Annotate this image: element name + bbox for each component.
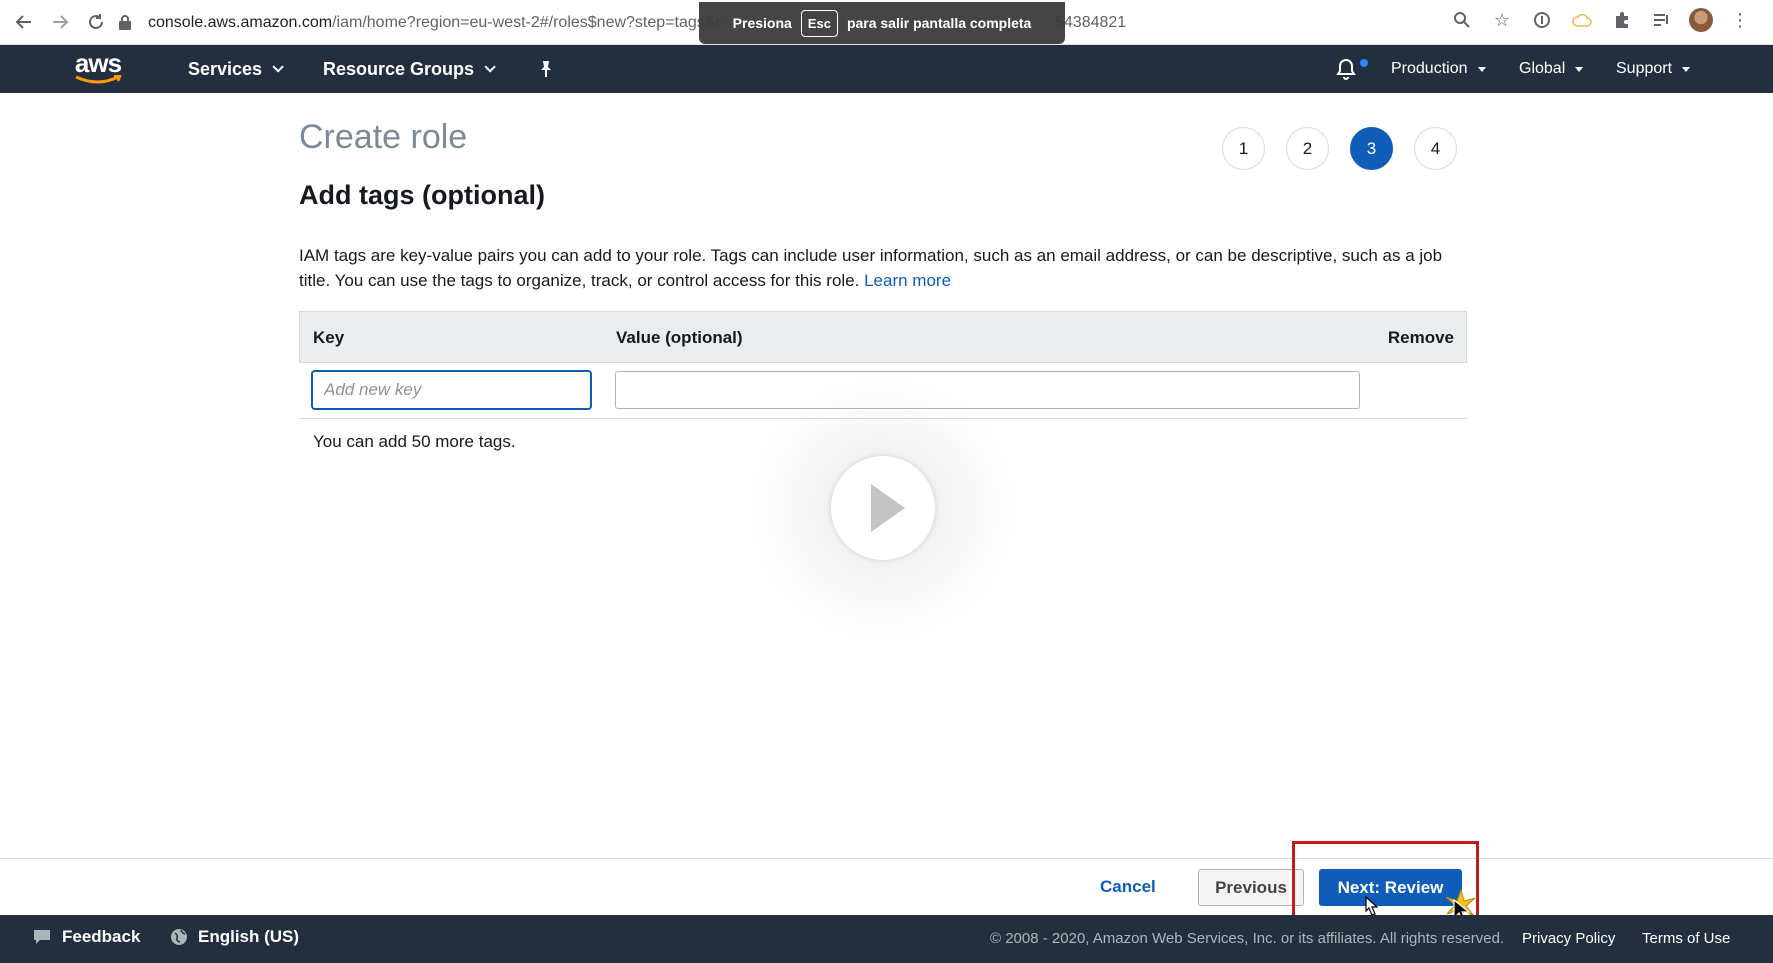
back-icon[interactable] xyxy=(8,6,40,38)
account-menu[interactable]: Production xyxy=(1391,45,1486,93)
notifications-bell-icon[interactable] xyxy=(1336,45,1356,93)
profile-avatar[interactable] xyxy=(1689,8,1713,32)
lock-icon xyxy=(118,14,136,32)
support-label: Support xyxy=(1616,60,1673,77)
services-menu[interactable]: Services xyxy=(188,45,284,93)
resource-groups-label: Resource Groups xyxy=(323,58,475,79)
wizard-steps: 1 2 3 4 xyxy=(1222,127,1457,170)
screen: console.aws.amazon.com/iam/home?region=e… xyxy=(0,0,1773,963)
tag-value-input[interactable] xyxy=(615,371,1360,409)
media-queue-icon[interactable] xyxy=(1649,7,1675,33)
copyright-text: © 2008 - 2020, Amazon Web Services, Inc.… xyxy=(990,930,1505,947)
region-label: Global xyxy=(1519,60,1566,77)
browser-actions: ☆ ⋮ xyxy=(1449,7,1753,33)
section-title: Add tags (optional) xyxy=(299,180,545,210)
step-4[interactable]: 4 xyxy=(1414,127,1457,170)
fullscreen-toast: Presiona Esc para salir pantalla complet… xyxy=(699,2,1065,44)
account-label: Production xyxy=(1391,60,1468,77)
browser-menu-icon[interactable]: ⋮ xyxy=(1727,7,1753,33)
zoom-icon[interactable] xyxy=(1449,7,1475,33)
caret-down-icon xyxy=(1477,66,1486,72)
url-path: /iam/home?region=eu-west-2#/roles$new?st… xyxy=(332,14,721,31)
tags-table: Key Value (optional) Remove xyxy=(299,311,1467,419)
aws-logo[interactable]: aws xyxy=(72,48,124,85)
notification-dot xyxy=(1360,59,1368,67)
table-row xyxy=(299,363,1467,419)
privacy-policy-link[interactable]: Privacy Policy xyxy=(1522,930,1615,947)
toast-key: Esc xyxy=(800,9,838,37)
wizard-action-bar: Cancel Previous Next: Review xyxy=(0,858,1773,915)
column-header-remove: Remove xyxy=(1387,328,1454,347)
tags-description: IAM tags are key-value pairs you can add… xyxy=(299,243,1459,293)
chevron-down-icon xyxy=(484,61,496,73)
cancel-button[interactable]: Cancel xyxy=(1100,877,1156,897)
learn-more-link[interactable]: Learn more xyxy=(864,271,951,290)
bookmark-star-icon[interactable]: ☆ xyxy=(1489,7,1515,33)
play-icon xyxy=(871,484,905,532)
reload-icon[interactable] xyxy=(80,6,112,38)
step-3-active[interactable]: 3 xyxy=(1350,127,1393,170)
chevron-down-icon xyxy=(272,61,284,73)
step-2[interactable]: 2 xyxy=(1286,127,1329,170)
feedback-button[interactable]: Feedback xyxy=(32,927,140,947)
pin-icon[interactable] xyxy=(538,45,554,93)
caret-down-icon xyxy=(1575,66,1584,72)
tag-key-input[interactable] xyxy=(312,371,591,409)
remaining-tags-note: You can add 50 more tags. xyxy=(313,432,516,451)
video-play-button[interactable] xyxy=(831,456,935,560)
terms-of-use-link[interactable]: Terms of Use xyxy=(1642,930,1730,947)
support-menu[interactable]: Support xyxy=(1616,45,1691,93)
resource-groups-menu[interactable]: Resource Groups xyxy=(323,45,496,93)
page-title: Create role xyxy=(299,118,468,156)
forward-icon[interactable] xyxy=(44,6,76,38)
toast-pre: Presiona xyxy=(732,15,792,31)
aws-top-nav: aws Services Resource Groups Production … xyxy=(0,45,1773,93)
feedback-icon xyxy=(34,930,50,944)
column-header-value: Value (optional) xyxy=(616,328,743,347)
caret-down-icon xyxy=(1682,66,1691,72)
cloud-extension-icon[interactable] xyxy=(1569,7,1595,33)
language-label: English (US) xyxy=(198,927,300,946)
url-tail: 54384821 xyxy=(1055,14,1127,31)
url-host: console.aws.amazon.com xyxy=(148,14,333,31)
right-edge xyxy=(1767,93,1773,915)
password-manager-icon[interactable] xyxy=(1529,7,1555,33)
column-header-key: Key xyxy=(313,328,345,347)
language-selector[interactable]: English (US) xyxy=(170,927,299,947)
feedback-label: Feedback xyxy=(62,927,141,946)
globe-icon xyxy=(171,929,187,945)
previous-button[interactable]: Previous xyxy=(1198,869,1304,906)
browser-toolbar: console.aws.amazon.com/iam/home?region=e… xyxy=(0,0,1773,45)
region-menu[interactable]: Global xyxy=(1519,45,1584,93)
tags-table-header: Key Value (optional) Remove xyxy=(299,311,1467,363)
console-footer: Feedback English (US) © 2008 - 2020, Ama… xyxy=(0,915,1773,963)
toast-post: para salir pantalla completa xyxy=(846,15,1032,31)
aws-logo-text: aws xyxy=(74,48,122,78)
services-label: Services xyxy=(188,58,263,79)
step-1[interactable]: 1 xyxy=(1222,127,1265,170)
extensions-puzzle-icon[interactable] xyxy=(1609,7,1635,33)
